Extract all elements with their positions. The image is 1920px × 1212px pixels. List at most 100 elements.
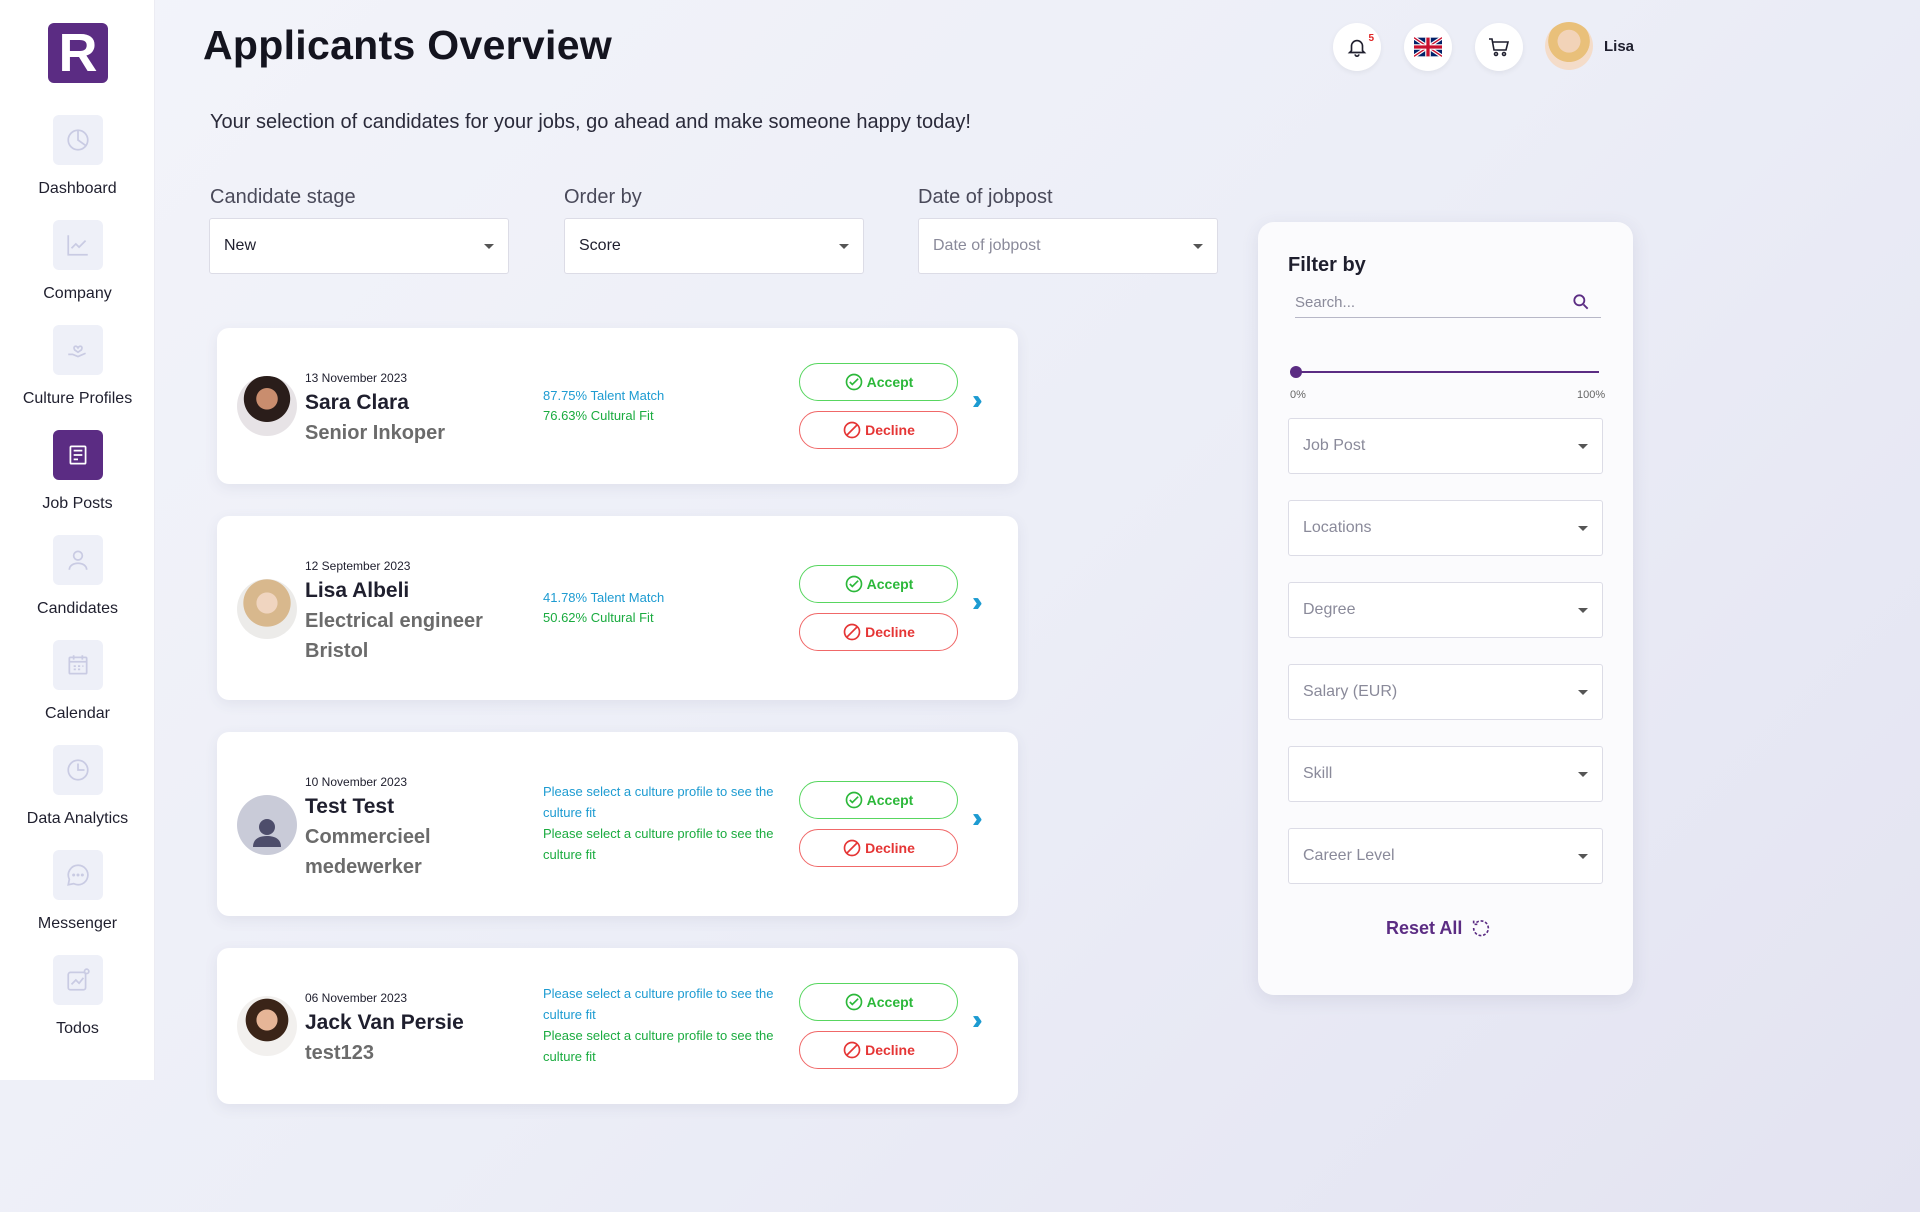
candidate-card[interactable]: 13 November 2023 Sara Clara Senior Inkop… — [217, 328, 1018, 484]
check-circle-icon — [845, 575, 862, 593]
order-by-label: Order by — [564, 186, 642, 208]
candidate-stage-select[interactable]: New — [209, 218, 509, 274]
candidate-card[interactable]: 06 November 2023 Jack Van Persie test123… — [217, 948, 1018, 1104]
cultural-fit: Please select a culture profile to see t… — [543, 1028, 774, 1064]
sidebar-item-culture-profiles[interactable]: Culture Profiles — [0, 325, 155, 408]
sidebar-item-messenger[interactable]: Messenger — [0, 850, 155, 933]
user-avatar[interactable] — [1545, 22, 1593, 70]
talent-match: Please select a culture profile to see t… — [543, 986, 774, 1022]
chevron-right-double-icon[interactable]: ›› — [972, 802, 982, 834]
decline-button[interactable]: Decline — [799, 411, 958, 449]
reset-icon — [1473, 920, 1490, 937]
hand-heart-icon — [52, 325, 103, 375]
sidebar-item-dashboard[interactable]: Dashboard — [0, 115, 155, 198]
degree-select[interactable]: Degree — [1288, 582, 1603, 638]
decline-button[interactable]: Decline — [799, 1031, 958, 1069]
chevron-right-double-icon[interactable]: ›› — [972, 1004, 982, 1036]
career-level-select[interactable]: Career Level — [1288, 828, 1603, 884]
sidebar-item-label: Candidates — [37, 600, 118, 617]
page-subtitle: Your selection of candidates for your jo… — [210, 111, 971, 133]
caret-down-icon — [1578, 771, 1588, 777]
candidate-card[interactable]: 12 September 2023 Lisa Albeli Electrical… — [217, 516, 1018, 700]
date-of-jobpost-select[interactable]: Date of jobpost — [918, 218, 1218, 274]
skill-select[interactable]: Skill — [1288, 746, 1603, 802]
check-circle-icon — [845, 993, 862, 1011]
document-icon — [52, 430, 103, 480]
ban-icon — [843, 839, 861, 857]
candidate-date: 06 November 2023 — [305, 991, 408, 1005]
sidebar-item-label: Todos — [56, 1020, 99, 1037]
talent-match: Please select a culture profile to see t… — [543, 784, 774, 820]
sidebar-item-calendar[interactable]: Calendar — [0, 640, 155, 723]
sidebar-item-company[interactable]: Company — [0, 220, 155, 303]
candidate-name: Jack Van Persie — [305, 1011, 464, 1034]
caret-down-icon — [1193, 243, 1203, 249]
ban-icon — [843, 623, 861, 641]
caret-down-icon — [1578, 607, 1588, 613]
cart-icon — [1489, 38, 1510, 57]
sidebar-item-label: Company — [43, 285, 112, 302]
slider-max-label: 100% — [1577, 389, 1606, 401]
accept-button[interactable]: Accept — [799, 781, 958, 819]
candidate-name: Lisa Albeli — [305, 579, 410, 602]
candidate-role: Electrical engineer Bristol — [305, 610, 483, 662]
calendar-icon — [52, 640, 103, 690]
score-slider-track[interactable] — [1296, 371, 1599, 373]
chevron-right-double-icon[interactable]: ›› — [972, 586, 982, 618]
filter-panel-title: Filter by — [1288, 254, 1366, 276]
candidate-avatar — [237, 376, 297, 436]
sidebar-item-label: Dashboard — [38, 180, 117, 197]
notifications-button[interactable]: 5 — [1333, 23, 1381, 71]
sidebar-item-job-posts[interactable]: Job Posts — [0, 430, 155, 513]
reset-all-button[interactable]: Reset All — [1386, 917, 1492, 939]
locations-select[interactable]: Locations — [1288, 500, 1603, 556]
filter-panel: Filter by 0% 100% Job Post Locations Deg… — [1258, 222, 1633, 995]
sidebar-item-candidates[interactable]: Candidates — [0, 535, 155, 618]
filter-search-input[interactable] — [1295, 288, 1565, 316]
accept-button[interactable]: Accept — [799, 565, 958, 603]
accept-button[interactable]: Accept — [799, 363, 958, 401]
talent-match: 87.75% Talent Match — [543, 388, 665, 403]
caret-down-icon — [1578, 689, 1588, 695]
sidebar-item-label: Data Analytics — [26, 810, 129, 827]
candidate-name: Test Test — [305, 795, 395, 818]
caret-down-icon — [1578, 853, 1588, 859]
score-slider-handle[interactable] — [1290, 366, 1302, 378]
candidate-role: Senior Inkoper — [305, 422, 446, 444]
default-user-avatar — [237, 795, 297, 855]
user-name[interactable]: Lisa — [1604, 38, 1634, 55]
decline-button[interactable]: Decline — [799, 829, 958, 867]
trend-chart-icon — [52, 220, 103, 270]
sidebar-item-label: Culture Profiles — [22, 390, 133, 407]
decline-button[interactable]: Decline — [799, 613, 958, 651]
candidate-name: Sara Clara — [305, 391, 409, 414]
job-post-select[interactable]: Job Post — [1288, 418, 1603, 474]
candidate-date: 13 November 2023 — [305, 371, 408, 385]
app-logo[interactable]: R — [48, 23, 108, 83]
clock-chart-icon — [52, 745, 103, 795]
pie-chart-icon — [52, 115, 103, 165]
sidebar-item-label: Calendar — [45, 705, 110, 722]
caret-down-icon — [1578, 443, 1588, 449]
caret-down-icon — [839, 243, 849, 249]
filter-search — [1295, 288, 1601, 318]
candidate-card[interactable]: 10 November 2023 Test Test Commercieel m… — [217, 732, 1018, 916]
slider-min-label: 0% — [1290, 389, 1306, 401]
language-button[interactable] — [1404, 23, 1452, 71]
salary-select[interactable]: Salary (EUR) — [1288, 664, 1603, 720]
user-icon — [52, 535, 103, 585]
order-by-value: Score — [579, 237, 621, 254]
candidate-avatar — [237, 579, 297, 639]
check-circle-icon — [845, 791, 862, 809]
date-of-jobpost-placeholder: Date of jobpost — [933, 237, 1041, 254]
sidebar-item-todos[interactable]: Todos — [0, 955, 155, 1038]
candidate-stage-value: New — [224, 237, 257, 254]
ban-icon — [843, 1041, 861, 1059]
accept-button[interactable]: Accept — [799, 983, 958, 1021]
search-icon[interactable] — [1571, 292, 1591, 312]
candidate-avatar — [237, 996, 297, 1056]
cart-button[interactable] — [1475, 23, 1523, 71]
chevron-right-double-icon[interactable]: ›› — [972, 384, 982, 416]
sidebar-item-data-analytics[interactable]: Data Analytics — [0, 745, 155, 828]
order-by-select[interactable]: Score — [564, 218, 864, 274]
